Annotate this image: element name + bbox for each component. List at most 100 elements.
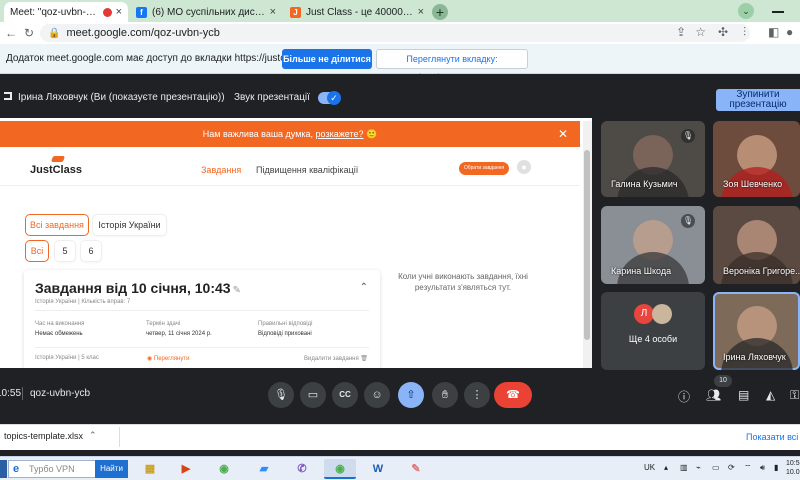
chrome-icon[interactable]: ◉ [208,459,240,479]
extensions-icon[interactable]: ✣ [718,25,728,39]
participant-avatar: Л [634,304,654,324]
check-icon: ✓ [327,91,341,105]
network-icon[interactable]: ▥ [680,463,688,472]
battery-icon[interactable]: ▮ [774,463,778,472]
choose-task-button[interactable]: Обрати завдання [459,162,509,175]
divider [22,387,23,400]
info-icon[interactable]: ⓘ [678,388,690,405]
participant-tile[interactable]: 🎙︎ Галина Кузьмич [601,121,705,197]
grade-5[interactable]: 5 [55,241,75,261]
tray-arrow-icon[interactable]: ▴ [664,463,668,472]
view-task-link[interactable]: ◉ Переглянути [147,355,189,362]
more-participants-tile[interactable]: Л Ще 4 особи [601,292,705,370]
new-tab-button[interactable]: + [432,4,448,20]
usb-icon[interactable]: ⌁ [696,463,701,472]
participant-tile[interactable]: Зоя Шевченко [713,121,800,197]
meta-value-answers: Відповіді приховані [258,331,312,337]
meta-label-deadline: Термін здачі [146,321,181,327]
meeting-code: qoz-uvbn-ycb [30,388,91,399]
profile-icon[interactable]: ● [786,25,793,39]
wifi-icon[interactable]: ⌔ [744,463,752,473]
self-tile[interactable]: Ірина Ляховчук [713,292,800,370]
lock-icon[interactable]: ⚿ [790,388,799,403]
banner-link[interactable]: розкажете? [316,129,364,139]
trash-icon: 🗑 [358,356,368,362]
user-avatar-icon[interactable]: ● [517,160,531,174]
chrome-active-icon[interactable]: ◉ [324,459,356,479]
tab-meet[interactable]: Meet: "qoz-uvbn-ycb" × [4,2,128,22]
file-explorer-icon[interactable]: ▦ [134,459,166,479]
filter-all-tasks[interactable]: Всі завдання [26,215,88,235]
justclass-logo[interactable]: JustClass [30,156,82,176]
grade-6[interactable]: 6 [81,241,101,261]
side-panel-icon[interactable]: ◧ [768,25,779,39]
participant-name: Карина Шкода [611,266,672,276]
start-button[interactable] [0,460,7,478]
filter-history-ukraine[interactable]: Історія України [93,215,166,235]
task-card: Завдання від 10 січня, 10:43 ✎ ⌃ Історія … [24,270,380,368]
delete-task-link[interactable]: Видалити завдання 🗑 [304,355,368,362]
presentation-audio-toggle[interactable]: ✓ [318,91,341,105]
camera-icon[interactable]: ▭ [300,382,326,408]
participant-tile[interactable]: 🎙︎ Карина Шкода [601,206,705,284]
participant-tile[interactable]: Вероніка Григоре... [713,206,800,284]
paint-icon[interactable]: ✎ [400,459,432,479]
stop-sharing-button[interactable]: Більше не ділитися [282,49,372,69]
reload-icon[interactable]: ↻ [20,26,38,40]
search-go-button[interactable]: Найти [95,460,128,478]
tab-search-icon[interactable]: ⌄ [738,3,754,19]
monitor-icon[interactable]: ▭ [712,463,720,472]
more-icon[interactable]: ⋮ [464,382,490,408]
present-icon[interactable]: ⇧ [398,382,424,408]
banner-text: Нам важлива ваша думка, [202,129,316,139]
media-icon[interactable]: ⫶ [743,25,746,40]
volume-icon[interactable]: 🔊︎ [760,463,765,473]
people-icon[interactable]: 👥︎ [706,388,721,402]
raise-hand-icon[interactable]: ✋︎ [432,382,458,408]
switch-to-tab-button[interactable]: Переглянути вкладку: justclass.com.ua [376,49,528,82]
meta-value-deadline: четвер, 11 січня 2024 р. [146,331,212,337]
close-tab-icon[interactable]: × [116,6,122,18]
close-icon[interactable]: ✕ [558,121,568,147]
emoji-icon[interactable]: ☺ [364,382,390,408]
mic-icon[interactable]: 🎙︎ [268,382,294,408]
address-bar: ← ↻ 🔒 meet.google.com/qoz-uvbn-ycb ⇪ ☆ ✣… [0,22,800,44]
media-player-icon[interactable]: ▶ [170,459,202,479]
language-indicator[interactable]: UK [644,463,655,472]
edit-icon[interactable]: ✎ [233,285,241,296]
show-all-downloads-link[interactable]: Показати всі [746,432,798,442]
close-tab-icon[interactable]: × [418,6,424,18]
close-tab-icon[interactable]: × [270,6,276,18]
chevron-up-icon[interactable]: ⌃ [89,430,97,441]
presenter-name: Ірина Ляховчук (Ви (показуєте презентаці… [18,92,225,103]
participant-avatar-photo [652,304,672,324]
task-subtitle: Історія України | Кількість вправ: 7 [35,299,131,305]
nav-tasks[interactable]: Завдання [201,165,241,175]
nav-qualification[interactable]: Підвищення кваліфікації [256,165,358,175]
minimize-icon[interactable] [772,11,784,13]
word-icon[interactable]: W [362,459,394,479]
share-icon[interactable]: ⇪ [676,25,686,39]
tab-justclass[interactable]: J Just Class - це 40000+ готов × [284,2,430,22]
justclass-icon: J [290,6,301,18]
update-icon[interactable]: ⟳ [728,463,735,472]
chat-icon[interactable]: ▤ [738,388,749,402]
scrollbar-thumb[interactable] [584,150,590,340]
task-class-info: Історія України | 5 клас [35,355,99,361]
download-item[interactable]: topics-template.xlsx [4,431,83,441]
collapse-chevron-icon[interactable]: ⌃ [360,282,368,293]
viber-icon[interactable]: ✆ [286,459,318,479]
tab-facebook[interactable]: f (6) МО суспільних дисциплін Л × [130,2,282,22]
grade-all[interactable]: Всі [26,241,48,261]
back-icon[interactable]: ← [2,26,20,40]
activities-icon[interactable]: ◭ [766,388,775,402]
stop-presenting-button[interactable]: Зупинити презентацію [716,89,800,111]
url-field[interactable]: 🔒 meet.google.com/qoz-uvbn-ycb ⇪ ☆ ✣ ⫶ [40,24,750,42]
tray-clock[interactable]: 10:55 10.01.2024 [786,459,800,477]
participant-name: Вероніка Григоре... [723,266,800,276]
zoom-icon[interactable]: ▰ [248,459,280,479]
captions-icon[interactable]: CC [332,382,358,408]
hangup-icon[interactable]: ☎︎ [494,382,532,408]
url-text: meet.google.com/qoz-uvbn-ycb [66,27,220,39]
bookmark-star-icon[interactable]: ☆ [695,25,706,39]
